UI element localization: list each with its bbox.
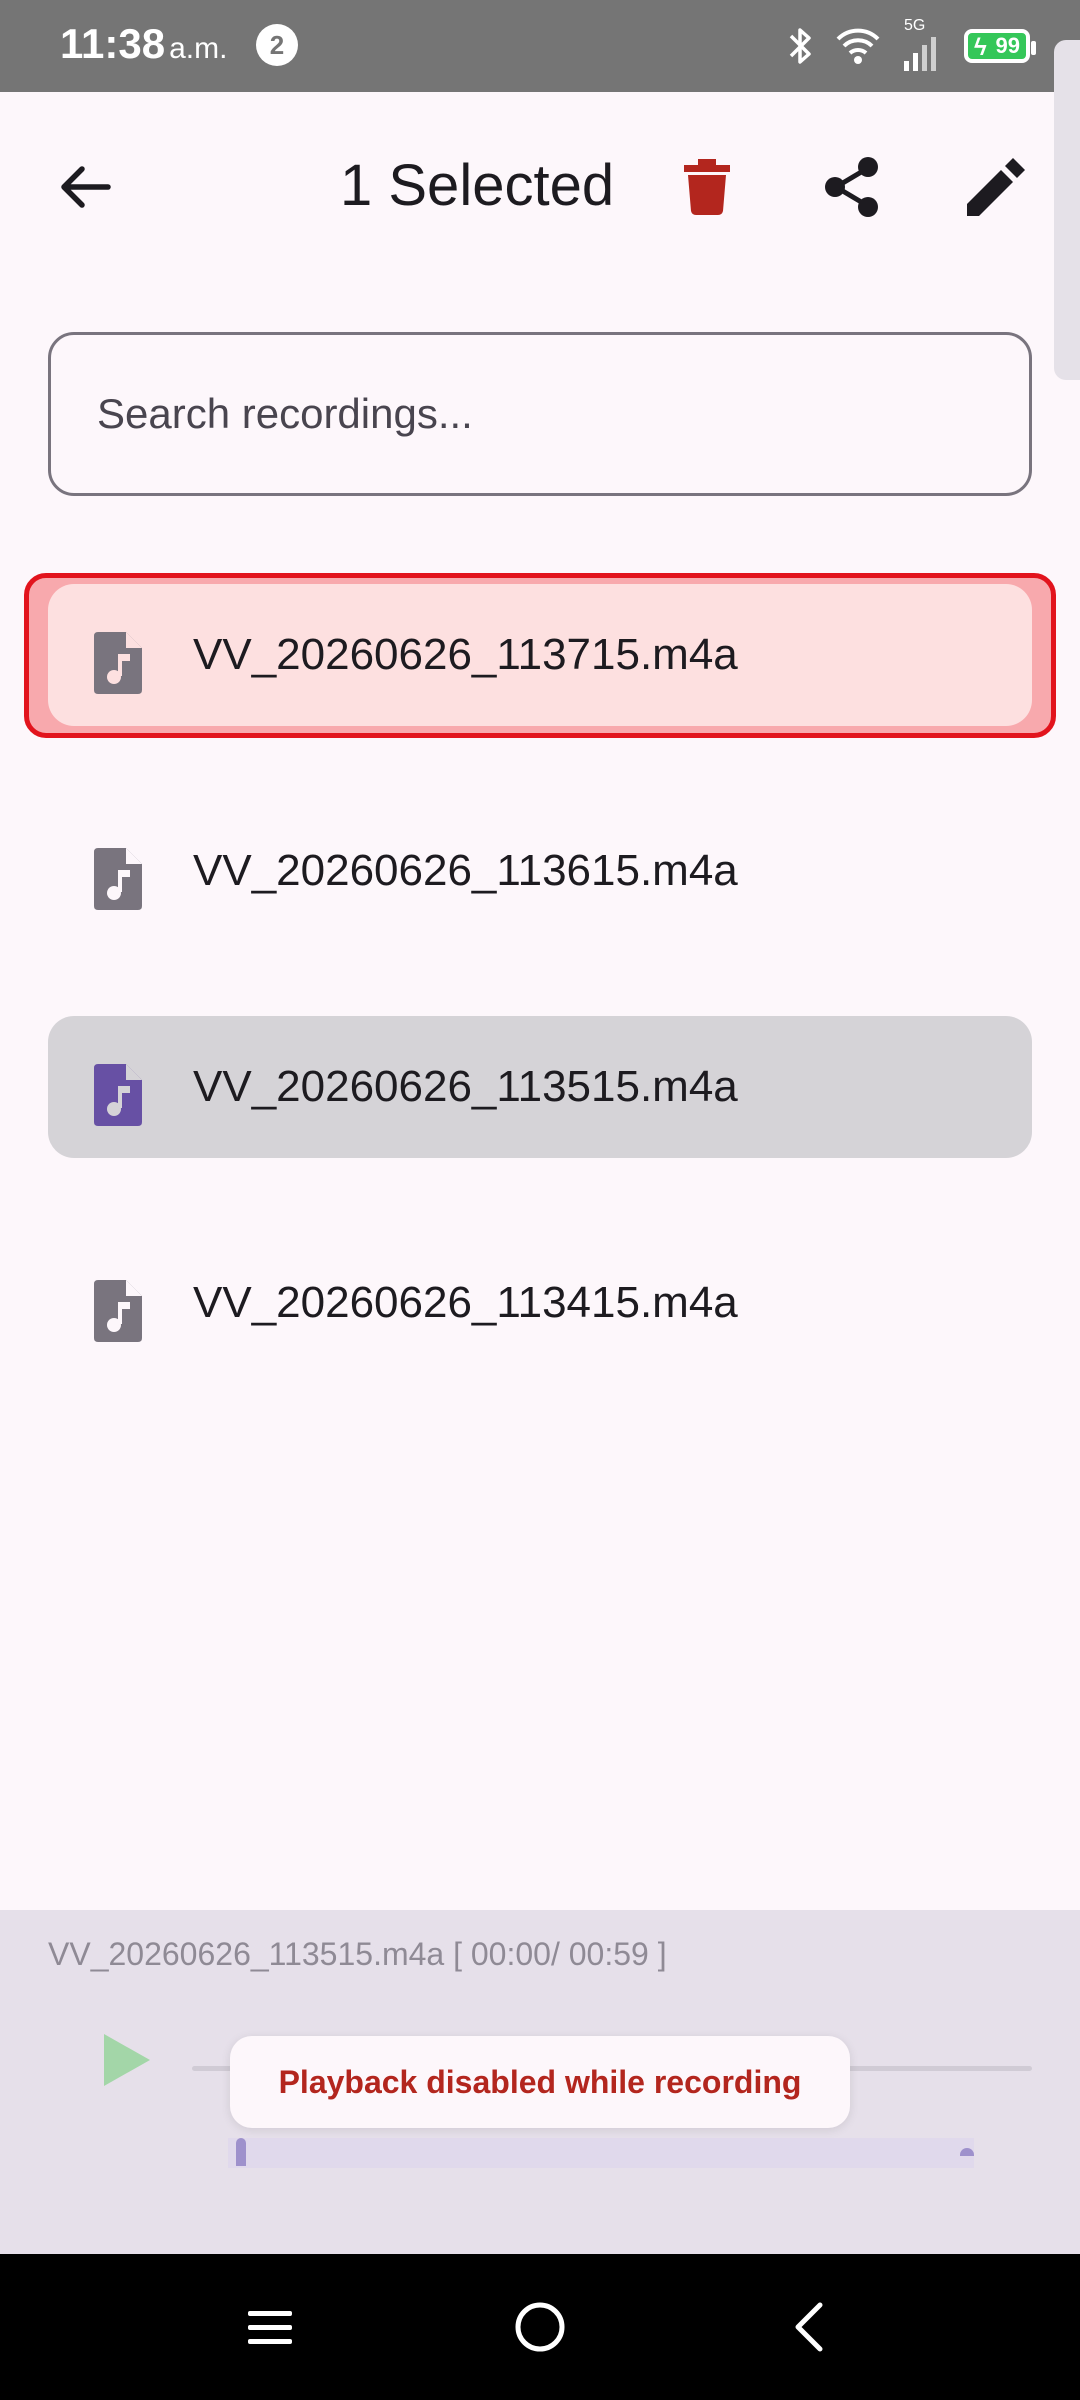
recording-item-selected[interactable]: VV_20260626_113715.m4a bbox=[48, 584, 1032, 726]
selection-toolbar: 1 Selected bbox=[0, 92, 1080, 282]
recording-name: VV_20260626_113415.m4a bbox=[193, 1278, 738, 1327]
cell-signal: 5G bbox=[902, 17, 942, 71]
home-circle-icon bbox=[515, 2302, 565, 2352]
share-icon bbox=[825, 157, 878, 217]
status-icons: 5G ϟ 99 bbox=[788, 17, 1036, 74]
recents-button[interactable] bbox=[230, 2287, 310, 2367]
search-input[interactable] bbox=[48, 332, 1032, 496]
recording-item[interactable]: VV_20260626_113415.m4a bbox=[48, 1232, 1032, 1374]
share-button[interactable] bbox=[802, 137, 902, 237]
recording-name: VV_20260626_113615.m4a bbox=[193, 846, 738, 895]
recording-item-active[interactable]: VV_20260626_113515.m4a bbox=[48, 1016, 1032, 1158]
nav-back-button[interactable] bbox=[770, 2287, 850, 2367]
battery-level: 99 bbox=[995, 33, 1020, 58]
bluetooth-icon bbox=[789, 28, 811, 64]
status-time: 11:38 a.m. bbox=[60, 20, 228, 67]
audio-file-icon bbox=[94, 1064, 142, 1126]
recording-name: VV_20260626_113715.m4a bbox=[193, 630, 738, 679]
rename-button[interactable] bbox=[946, 137, 1046, 237]
waveform-bar bbox=[236, 2138, 246, 2166]
back-arrow-icon bbox=[61, 166, 111, 208]
back-button[interactable] bbox=[34, 137, 134, 237]
audio-file-icon bbox=[94, 848, 142, 910]
home-button[interactable] bbox=[500, 2287, 580, 2367]
waveform bbox=[228, 2138, 974, 2168]
now-playing-label: VV_20260626_113515.m4a [ 00:00/ 00:59 ] bbox=[48, 1936, 667, 1972]
battery-icon: ϟ 99 bbox=[964, 29, 1036, 63]
selection-title: 1 Selected bbox=[340, 153, 615, 218]
charging-icon: ϟ bbox=[974, 34, 987, 61]
recording-name: VV_20260626_113515.m4a bbox=[193, 1062, 738, 1111]
chevron-left-icon bbox=[795, 2302, 823, 2352]
waveform-bar bbox=[960, 2148, 974, 2156]
play-icon[interactable] bbox=[96, 2030, 156, 2090]
notification-badge: 2 bbox=[256, 24, 298, 66]
pencil-icon bbox=[967, 158, 1025, 216]
signal-icon bbox=[904, 37, 936, 71]
recording-item[interactable]: VV_20260626_113615.m4a bbox=[48, 800, 1032, 942]
trash-icon bbox=[684, 159, 730, 215]
audio-file-icon bbox=[94, 1280, 142, 1342]
delete-button[interactable] bbox=[657, 137, 757, 237]
audio-file-icon bbox=[94, 632, 142, 694]
menu-icon bbox=[248, 2311, 292, 2344]
network-label: 5G bbox=[904, 17, 926, 34]
system-nav-bar bbox=[0, 2254, 1080, 2400]
wifi-icon bbox=[836, 28, 880, 64]
toast-message: Playback disabled while recording bbox=[230, 2036, 850, 2128]
status-bar: 11:38 a.m. 2 5G ϟ 99 bbox=[0, 0, 1080, 92]
